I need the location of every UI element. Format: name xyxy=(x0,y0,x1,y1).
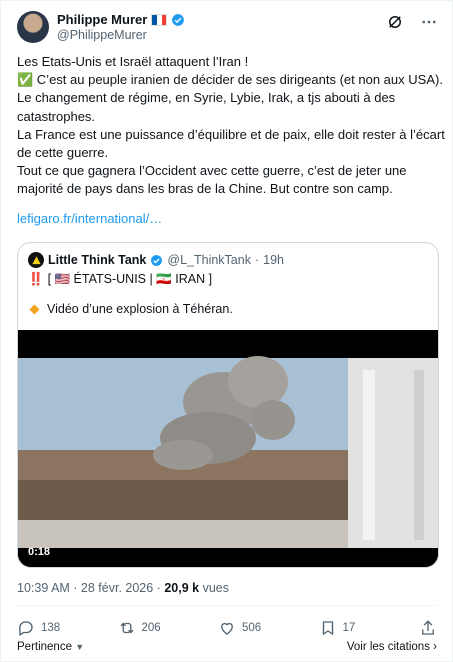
like-count: 506 xyxy=(242,622,262,634)
quote-avatar[interactable] xyxy=(28,252,44,268)
author-avatar[interactable] xyxy=(17,11,49,43)
quote-tag-line: ‼️ [ 🇺🇸 ÉTATS-UNIS | 🇮🇷 IRAN ] xyxy=(28,272,212,287)
quote-handle[interactable]: @L_ThinkTank xyxy=(167,253,251,267)
tweet-line: ✅ C’est au peuple iranien de décider de … xyxy=(17,72,443,88)
chevron-right-icon: › xyxy=(433,641,437,653)
bookmark-icon xyxy=(322,621,333,636)
author-display-name-row[interactable]: Philippe Murer xyxy=(57,12,185,27)
bookmark-button[interactable]: 17 xyxy=(319,619,409,637)
views-label: vues xyxy=(202,581,229,595)
replies-footer: Pertinence ▼ Voir les citations › xyxy=(17,641,437,653)
action-bar: 138 206 506 17 xyxy=(17,616,437,640)
quoted-tweet[interactable]: Little Think Tank @L_ThinkTank · 19h ‼️ … xyxy=(17,242,439,568)
repost-button[interactable]: 206 xyxy=(118,619,208,637)
tweet-line: Les Etats-Unis et Israël attaquent l’Ira… xyxy=(17,54,249,69)
tweet-card: Philippe Murer @PhilippeMurer Les Etats-… xyxy=(0,0,453,662)
tweet-text: Les Etats-Unis et Israël attaquent l’Ira… xyxy=(17,53,445,199)
reply-count: 138 xyxy=(41,622,61,634)
orange-diamond-icon xyxy=(29,304,40,314)
tweet-line: La France est une puissance d’équilibre … xyxy=(17,126,445,161)
video-duration: 0:18 xyxy=(28,546,51,558)
views-count: 20,9 k xyxy=(164,581,200,595)
quote-author-name[interactable]: Little Think Tank xyxy=(48,253,146,267)
share-button[interactable] xyxy=(419,619,437,637)
tweet-header: Philippe Murer @PhilippeMurer xyxy=(17,11,442,45)
divider xyxy=(17,605,437,606)
verified-badge-icon xyxy=(151,254,163,266)
quote-text-line: Vidéo d’une explosion à Téhéran. xyxy=(28,302,233,316)
video-player[interactable]: 0:18 xyxy=(18,330,438,567)
header-actions xyxy=(386,13,438,31)
quote-text: Vidéo d’une explosion à Téhéran. xyxy=(47,302,233,316)
french-flag-icon xyxy=(151,13,168,26)
quote-header: Little Think Tank @L_ThinkTank · 19h xyxy=(28,252,284,268)
share-icon xyxy=(422,620,434,635)
author-names: Philippe Murer @PhilippeMurer xyxy=(57,12,185,43)
grok-icon[interactable] xyxy=(386,13,404,31)
tweet-timestamp[interactable]: 10:39 AM · 28 févr. 2026 · xyxy=(17,581,161,595)
view-quotes-label: Voir les citations xyxy=(346,641,430,653)
sort-label: Pertinence xyxy=(17,641,72,653)
like-button[interactable]: 506 xyxy=(218,619,308,637)
tweet-line: Le changement de régime, en Syrie, Lybie… xyxy=(17,90,396,124)
tweet-meta: 10:39 AM · 28 févr. 2026 · 20,9 k vues xyxy=(17,581,229,595)
repost-icon xyxy=(120,622,133,634)
repost-count: 206 xyxy=(141,622,161,634)
verified-badge-icon xyxy=(172,13,185,26)
reply-button[interactable]: 138 xyxy=(17,619,107,637)
author-handle[interactable]: @PhilippeMurer xyxy=(57,27,185,43)
author-name[interactable]: Philippe Murer xyxy=(57,12,147,27)
bookmark-count: 17 xyxy=(342,622,356,634)
quote-separator: · xyxy=(254,253,260,267)
video-thumbnail xyxy=(18,330,438,567)
tweet-line: Tout ce que gagnera l’Occident avec cett… xyxy=(17,163,407,197)
more-options-icon[interactable] xyxy=(420,13,438,31)
view-quotes-link[interactable]: Voir les citations › xyxy=(347,641,437,653)
article-link[interactable]: lefigaro.fr/international/… xyxy=(17,211,162,226)
sort-dropdown[interactable]: Pertinence ▼ xyxy=(17,641,84,653)
quote-tag-text: [ 🇺🇸 ÉTATS-UNIS | 🇮🇷 IRAN ] xyxy=(47,272,213,286)
alert-icon: ‼️ xyxy=(28,272,44,286)
quote-timestamp[interactable]: 19h xyxy=(263,253,284,267)
reply-icon xyxy=(18,621,33,636)
chevron-down-icon: ▼ xyxy=(75,642,85,652)
heart-icon xyxy=(221,622,233,635)
